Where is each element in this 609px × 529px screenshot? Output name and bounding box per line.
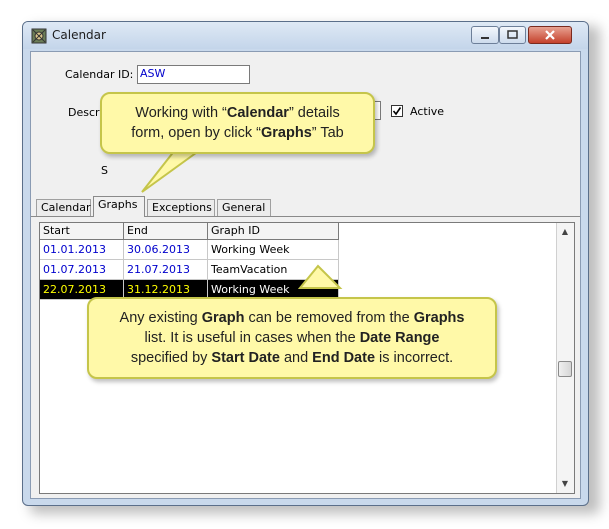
callout-bottom-bold: Date Range (359, 330, 440, 346)
callout-bottom-text: specified by (130, 350, 212, 366)
callout-top-text: ” Tab (311, 125, 344, 141)
callout-bottom-text: can be removed from the (244, 310, 414, 326)
callout-top-text: Working with “ (135, 105, 227, 121)
callout-remove-graph: Any existing Graph can be removed from t… (87, 297, 497, 379)
callout-bottom-bold: Graph (201, 310, 245, 326)
callout-bottom-bold: Graphs (413, 310, 465, 326)
callout-top-text: form, open by click “ (131, 125, 261, 141)
callout-bottom-text: Any existing (119, 310, 202, 326)
callout-bottom-text: is incorrect. (375, 350, 454, 366)
callout-bottom-text: and (279, 350, 313, 366)
callout-top-bold: Calendar (226, 105, 289, 121)
callout-bottom-text: list. It is useful in cases when the (144, 330, 360, 346)
callout-top-text: ” details (288, 105, 340, 121)
tab-graphs[interactable]: Graphs (93, 196, 145, 217)
callout-graphs-tab: Working with “Calendar” details form, op… (100, 92, 375, 154)
callout-bottom-bold: End Date (312, 350, 376, 366)
callout-bottom-bold: Start Date (211, 350, 280, 366)
callout-pointer-top (141, 149, 343, 289)
callout-top-bold: Graphs (261, 125, 312, 141)
